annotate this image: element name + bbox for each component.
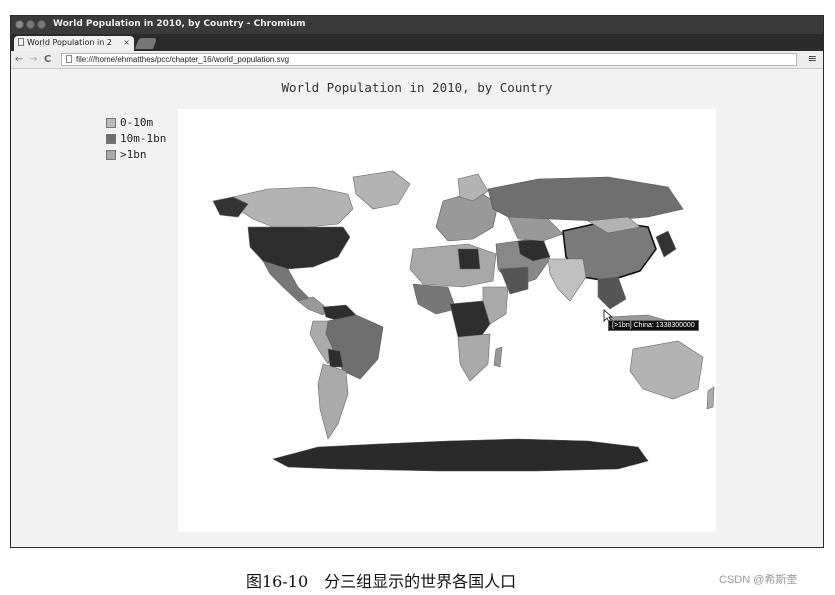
legend-swatch — [106, 134, 116, 144]
legend-label: >1bn — [120, 148, 147, 161]
tab-close-icon[interactable]: × — [123, 38, 130, 47]
toolbar: ← → C file:///home/ehmatthes/pcc/chapter… — [11, 51, 823, 69]
legend-item-2[interactable]: >1bn — [106, 147, 166, 163]
legend-item-0[interactable]: 0-10m — [106, 115, 166, 131]
tab-world-population[interactable]: World Population in 2 × — [14, 36, 134, 51]
map-region-new-zealand[interactable] — [706, 386, 715, 410]
window-title: World Population in 2010, by Country - C… — [53, 19, 306, 29]
reload-icon[interactable]: C — [44, 53, 51, 66]
map-region-canada[interactable] — [232, 186, 354, 228]
close-window-icon[interactable] — [15, 20, 24, 29]
page-icon — [18, 38, 24, 46]
map-region-libya[interactable] — [457, 248, 481, 270]
minimize-window-icon[interactable] — [26, 20, 35, 29]
chart-title: World Population in 2010, by Country — [281, 80, 553, 95]
figure-caption: 图16-10 分三组显示的世界各国人口 — [246, 572, 517, 591]
map-region-argentina[interactable] — [317, 363, 349, 440]
page-icon — [66, 55, 72, 63]
map-region-southern-africa[interactable] — [457, 333, 491, 382]
map-region-russia[interactable] — [487, 176, 684, 222]
map-region-korea-japan[interactable] — [655, 230, 677, 258]
map-region-india[interactable] — [547, 258, 587, 302]
watermark: CSDN @希斯奎 — [719, 574, 798, 586]
map-region-australia[interactable] — [629, 340, 704, 400]
map-region-central-america[interactable] — [297, 296, 329, 316]
menu-icon[interactable]: ≡ — [808, 52, 817, 65]
tab-bar: World Population in 2 × — [11, 34, 823, 51]
map-region-central-asia[interactable] — [507, 216, 564, 242]
url-text: file:///home/ehmatthes/pcc/chapter_16/wo… — [76, 55, 290, 64]
maximize-window-icon[interactable] — [37, 20, 46, 29]
map-region-usa[interactable] — [247, 226, 351, 270]
legend-swatch — [106, 118, 116, 128]
browser-window: World Population in 2010, by Country - C… — [10, 15, 824, 548]
tab-label: World Population in 2 — [27, 38, 112, 47]
map-tooltip: [>1bn] China: 1338300000 — [608, 320, 699, 331]
back-arrow-icon[interactable]: ← — [15, 53, 23, 66]
legend-swatch — [106, 150, 116, 160]
legend-label: 0-10m — [120, 116, 154, 129]
new-tab-button[interactable] — [134, 38, 158, 49]
legend-item-1[interactable]: 10m-1bn — [106, 131, 166, 147]
legend-label: 10m-1bn — [120, 132, 167, 145]
address-bar[interactable]: file:///home/ehmatthes/pcc/chapter_16/wo… — [61, 53, 797, 66]
map-region-west-africa[interactable] — [412, 283, 457, 315]
window-controls — [15, 20, 46, 29]
map-region-madagascar[interactable] — [493, 346, 503, 368]
map-region-greenland[interactable] — [352, 170, 411, 210]
page-content: World Population in 2010, by Country 0-1… — [11, 69, 823, 547]
map-region-antarctica[interactable] — [272, 438, 649, 472]
legend: 0-10m 10m-1bn >1bn — [106, 115, 166, 163]
title-bar: World Population in 2010, by Country - C… — [11, 16, 823, 34]
map-region-north-africa[interactable] — [409, 243, 497, 288]
map-region-southeast-asia[interactable] — [597, 276, 627, 310]
forward-arrow-icon[interactable]: → — [29, 53, 37, 66]
